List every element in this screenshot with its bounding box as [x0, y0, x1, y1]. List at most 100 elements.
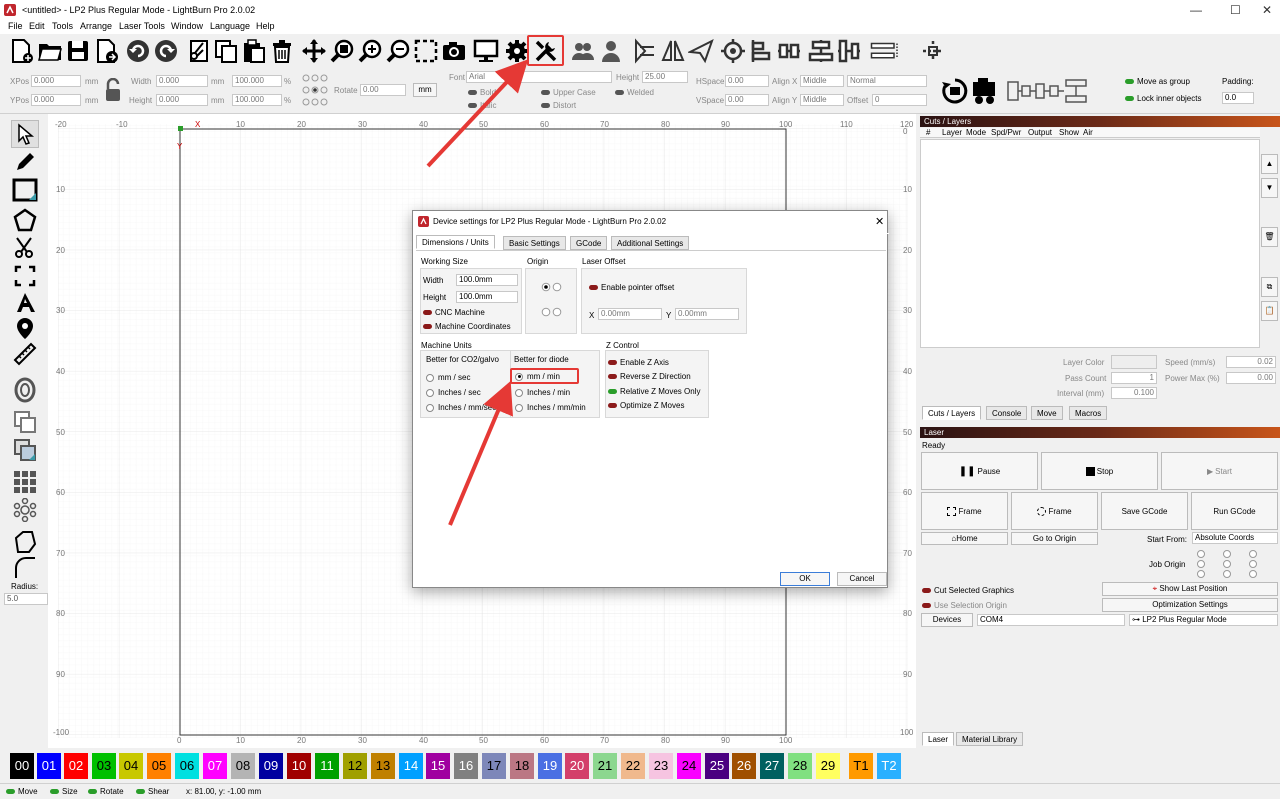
frame-circle-button[interactable]: Frame	[1011, 492, 1098, 530]
rotate-input[interactable]: 0.00	[360, 84, 406, 96]
rotate-shape-icon[interactable]	[940, 76, 970, 106]
palette-swatch-24[interactable]: 24	[677, 753, 701, 779]
power-max-input[interactable]: 0.00	[1226, 372, 1276, 384]
machine-coordinates-toggle[interactable]: Machine Coordinates	[423, 322, 511, 331]
bold-toggle[interactable]: Bold	[468, 88, 496, 97]
status-move[interactable]: Move	[6, 787, 38, 796]
run-gcode-button[interactable]: Run GCode	[1191, 492, 1278, 530]
rectangle-icon[interactable]	[11, 176, 39, 204]
open-file-icon[interactable]	[35, 36, 65, 66]
xpos-input[interactable]: 0.000	[31, 75, 81, 87]
menu-arrange[interactable]: Arrange	[80, 21, 112, 31]
palette-swatch-00[interactable]: 00	[10, 753, 34, 779]
tab-dimensions-units[interactable]: Dimensions / Units	[416, 235, 495, 249]
vspace-input[interactable]: 0.00	[725, 94, 769, 106]
palette-swatch-02[interactable]: 02	[64, 753, 88, 779]
radius-input[interactable]: 5.0	[4, 593, 48, 605]
palette-swatch-25[interactable]: 25	[705, 753, 729, 779]
inches-sec-radio[interactable]: Inches / sec	[426, 388, 481, 397]
cnc-machine-toggle[interactable]: CNC Machine	[423, 308, 485, 317]
layer-paste-icon[interactable]: 📋	[1261, 301, 1278, 321]
spacing-icon[interactable]	[870, 36, 900, 66]
devices-button[interactable]: Devices	[921, 613, 973, 627]
palette-swatch-12[interactable]: 12	[343, 753, 367, 779]
palette-swatch-T2[interactable]: T2	[877, 753, 901, 779]
select-icon[interactable]	[11, 120, 39, 148]
palette-swatch-13[interactable]: 13	[371, 753, 395, 779]
position-icon[interactable]	[11, 262, 39, 290]
layer-up-button[interactable]: ▲	[1261, 154, 1278, 174]
delete-icon[interactable]	[267, 36, 297, 66]
relative-z-toggle[interactable]: Relative Z Moves Only	[608, 387, 700, 396]
interval-input[interactable]: 0.100	[1111, 387, 1157, 399]
cut-icon[interactable]	[183, 36, 213, 66]
palette-swatch-05[interactable]: 05	[147, 753, 171, 779]
layer-copy-icon[interactable]: ⧉	[1261, 277, 1278, 297]
port-select[interactable]: COM4	[977, 614, 1125, 626]
radius-icon[interactable]	[11, 554, 39, 582]
save-gcode-button[interactable]: Save GCode	[1101, 492, 1188, 530]
menu-tools[interactable]: Tools	[52, 21, 73, 31]
welded-toggle[interactable]: Welded	[615, 88, 654, 97]
layer-down-button[interactable]: ▼	[1261, 178, 1278, 198]
palette-swatch-19[interactable]: 19	[538, 753, 562, 779]
ypos-input[interactable]: 0.000	[31, 94, 81, 106]
tab-laser[interactable]: Laser	[922, 732, 955, 746]
go-to-origin-button[interactable]: Go to Origin	[1011, 532, 1098, 545]
speed-input[interactable]: 0.02	[1226, 356, 1276, 368]
polygon-icon[interactable]	[11, 206, 39, 234]
zoom-page-icon[interactable]	[327, 36, 357, 66]
tab-basic-settings[interactable]: Basic Settings	[503, 236, 566, 250]
status-shear[interactable]: Shear	[136, 787, 169, 796]
tab-material-library[interactable]: Material Library	[956, 732, 1024, 746]
palette-swatch-03[interactable]: 03	[92, 753, 116, 779]
mm-sec-radio[interactable]: mm / sec	[426, 373, 470, 382]
cuts-table-body[interactable]	[920, 139, 1260, 348]
palette-swatch-07[interactable]: 07	[203, 753, 227, 779]
unit-toggle-button[interactable]: mm	[413, 83, 437, 97]
copy-icon[interactable]	[211, 36, 241, 66]
zoom-frame-icon[interactable]	[411, 36, 441, 66]
lock-inner-toggle[interactable]: Lock inner objects	[1125, 94, 1201, 103]
scale-width-input[interactable]: 100.000	[232, 75, 282, 87]
edit-nodes-icon[interactable]	[11, 148, 39, 176]
palette-swatch-04[interactable]: 04	[119, 753, 143, 779]
dialog-height-input[interactable]: 100.0mm	[456, 291, 518, 303]
frame-rect-button[interactable]: Frame	[921, 492, 1008, 530]
move-icon[interactable]	[299, 36, 329, 66]
trim-icon[interactable]	[11, 234, 39, 262]
palette-swatch-01[interactable]: 01	[37, 753, 61, 779]
status-rotate[interactable]: Rotate	[88, 787, 124, 796]
width-input[interactable]: 0.000	[156, 75, 208, 87]
close-window-button[interactable]: ✕	[1262, 3, 1272, 17]
font-height-input[interactable]: 25.00	[642, 71, 688, 83]
zoom-in-icon[interactable]	[355, 36, 385, 66]
minimize-button[interactable]: —	[1190, 3, 1202, 17]
inches-mmmin-radio[interactable]: Inches / mm/min	[515, 403, 586, 412]
maximize-button[interactable]: ☐	[1230, 3, 1241, 17]
menu-help[interactable]: Help	[256, 21, 275, 31]
palette-swatch-20[interactable]: 20	[565, 753, 589, 779]
users-icon[interactable]	[568, 36, 598, 66]
align-middle-icon[interactable]	[834, 36, 864, 66]
reverse-z-toggle[interactable]: Reverse Z Direction	[608, 372, 691, 381]
paste-icon[interactable]	[239, 36, 269, 66]
palette-swatch-11[interactable]: 11	[315, 753, 339, 779]
new-file-icon[interactable]	[6, 36, 36, 66]
device-select[interactable]: ⊶ LP2 Plus Regular Mode	[1129, 614, 1278, 626]
anchor-grid-icon[interactable]	[301, 72, 329, 110]
job-origin-grid[interactable]	[1193, 549, 1263, 579]
tab-gcode[interactable]: GCode	[570, 236, 608, 250]
distort-toggle[interactable]: Distort	[541, 101, 576, 110]
user-icon[interactable]	[596, 36, 626, 66]
alignx-select[interactable]: Middle	[800, 75, 844, 87]
upper-case-toggle[interactable]: Upper Case	[541, 88, 596, 97]
palette-swatch-16[interactable]: 16	[454, 753, 478, 779]
ungroup-icon[interactable]	[11, 436, 39, 464]
status-size[interactable]: Size	[50, 787, 78, 796]
tab-console[interactable]: Console	[986, 406, 1028, 420]
offset-input[interactable]: 0	[872, 94, 927, 106]
undo-icon[interactable]	[123, 36, 153, 66]
dialog-close-button[interactable]: ✕	[875, 215, 884, 228]
aligny-select[interactable]: Middle	[800, 94, 844, 106]
